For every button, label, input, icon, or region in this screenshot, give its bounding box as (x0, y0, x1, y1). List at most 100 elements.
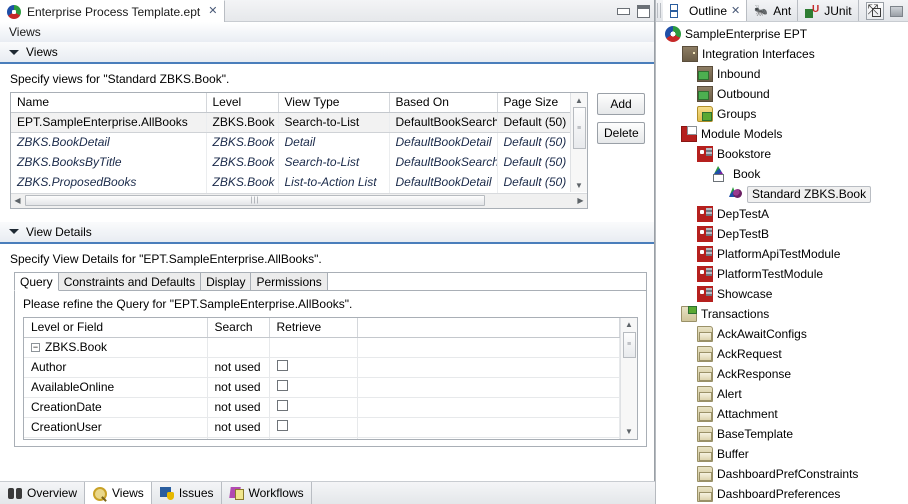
tab-constraints-and-defaults[interactable]: Constraints and Defaults (58, 271, 202, 290)
scroll-up-icon[interactable]: ▲ (625, 318, 633, 332)
retrieve-checkbox[interactable] (276, 400, 288, 411)
tree-item-ackresponse[interactable]: AckResponse (656, 364, 908, 384)
restore-button[interactable] (866, 1, 884, 20)
tree-item-standard-zbks-book[interactable]: Standard ZBKS.Book (656, 184, 908, 204)
scroll-right-icon[interactable]: ▶ (574, 196, 587, 205)
tree-item-transactions[interactable]: Transactions (656, 304, 908, 324)
cell-based-on: DefaultBookDetail (389, 132, 498, 153)
tab-overview[interactable]: Overview (0, 482, 86, 504)
column-header-based-on[interactable]: Based On (389, 93, 498, 113)
tree-item-integration-interfaces[interactable]: Integration Interfaces (656, 44, 908, 64)
tree-item-sampleenterprise-ept[interactable]: SampleEnterprise EPT (656, 24, 908, 44)
tree-item-showcase[interactable]: Showcase (656, 284, 908, 304)
column-header-blank[interactable] (357, 317, 620, 338)
vscroll-thumb[interactable]: ≡ (622, 331, 636, 358)
tab-display[interactable]: Display (201, 271, 252, 290)
collapse-icon[interactable]: − (31, 343, 40, 353)
delete-button[interactable]: Delete (597, 122, 645, 144)
tree-item-label: Alert (717, 387, 742, 401)
tree-item-alert[interactable]: Alert (656, 384, 908, 404)
chevron-down-icon[interactable] (9, 49, 19, 55)
tab-permissions[interactable]: Permissions (251, 271, 328, 290)
tab-outline[interactable]: Outline ✕ (663, 0, 748, 21)
tree-item-deptesta[interactable]: DepTestA (656, 204, 908, 224)
tree-item-inbound[interactable]: Inbound (656, 64, 908, 84)
tree-item-basetemplate[interactable]: BaseTemplate (656, 424, 908, 444)
tree-item-outbound[interactable]: Outbound (656, 84, 908, 104)
editor-window-buttons (616, 0, 650, 22)
tree-item-platformtestmodule[interactable]: PlatformTestModule (656, 264, 908, 284)
tree-item-attachment[interactable]: Attachment (656, 404, 908, 424)
column-header-retrieve[interactable]: Retrieve (269, 317, 358, 338)
column-header-search[interactable]: Search (207, 317, 270, 338)
table-row[interactable]: ZBKS.ProposedBooks ZBKS.Book List-to-Act… (11, 172, 570, 193)
tree-item-deptestb[interactable]: DepTestB (656, 224, 908, 244)
table-row[interactable]: Author not used (24, 357, 620, 378)
retrieve-checkbox[interactable] (276, 420, 288, 431)
scroll-left-icon[interactable]: ◀ (11, 196, 24, 205)
column-header-name[interactable]: Name (11, 93, 207, 113)
inbound-icon (697, 66, 713, 82)
column-header-view-type[interactable]: View Type (278, 93, 390, 113)
tree-item-platformapitestmodule[interactable]: PlatformApiTestModule (656, 244, 908, 264)
chevron-down-icon[interactable] (9, 229, 19, 234)
tree-item-ackawaitconfigs[interactable]: AckAwaitConfigs (656, 324, 908, 344)
tab-ant[interactable]: 🐜 Ant (747, 0, 799, 21)
table-row[interactable]: AvailableOnline not used (24, 377, 620, 398)
views-section-header[interactable]: Views (0, 42, 654, 64)
view-menu-icon (889, 4, 905, 18)
query-table-vscrollbar[interactable]: ▲ ≡ ▼ (620, 317, 637, 439)
tree-item-dashboardpreferences[interactable]: DashboardPreferences (656, 484, 908, 504)
tab-junit[interactable]: JUnit (798, 0, 859, 21)
tab-issues[interactable]: Issues (152, 482, 222, 504)
column-header-level-or-field[interactable]: Level or Field (24, 317, 208, 338)
cell-level-or-field: Author (24, 357, 208, 378)
tree-item-ackrequest[interactable]: AckRequest (656, 344, 908, 364)
maximize-icon[interactable] (637, 4, 650, 18)
tree-item-buffer[interactable]: Buffer (656, 444, 908, 464)
minimize-icon[interactable] (616, 5, 630, 18)
tab-overview-label: Overview (27, 486, 78, 500)
retrieve-checkbox[interactable] (276, 360, 288, 371)
scroll-down-icon[interactable]: ▼ (625, 425, 633, 439)
table-row[interactable]: ZBKS.BooksByTitle ZBKS.Book Search-to-Li… (11, 152, 570, 173)
view-drag-handle[interactable] (657, 3, 662, 18)
retrieve-checkbox[interactable] (276, 380, 288, 391)
views-table-hscrollbar[interactable]: ◀ ||| ▶ (11, 192, 587, 208)
table-row[interactable]: CreationUser not used (24, 417, 620, 438)
view-menu-button[interactable] (888, 2, 906, 20)
column-header-level[interactable]: Level (206, 93, 279, 113)
scroll-down-icon[interactable]: ▼ (575, 178, 583, 192)
views-table-vscrollbar[interactable]: ▲ ≡ ▼ (570, 93, 587, 192)
vscroll-thumb[interactable]: ≡ (572, 107, 586, 149)
view-details-section-header[interactable]: View Details (0, 221, 654, 244)
tab-query[interactable]: Query (14, 271, 59, 291)
table-row[interactable]: Genre not used (24, 437, 620, 439)
close-icon[interactable]: ✕ (731, 4, 740, 17)
tab-workflows[interactable]: Workflows (222, 482, 312, 504)
cell-view-type: List-to-Action List (278, 172, 390, 193)
module-icon (697, 286, 713, 302)
close-icon[interactable]: ✕ (208, 6, 217, 17)
table-row[interactable]: − ZBKS.Book (24, 337, 620, 358)
column-header-page-size[interactable]: Page Size (497, 93, 570, 113)
table-row[interactable]: CreationDate not used (24, 397, 620, 418)
add-button[interactable]: Add (597, 93, 645, 115)
views-instruction: Specify views for "Standard ZBKS.Book". (10, 72, 230, 86)
table-row[interactable]: EPT.SampleEnterprise.AllBooks ZBKS.Book … (11, 112, 570, 133)
scroll-up-icon[interactable]: ▲ (575, 93, 583, 107)
editor-tab-bar: Enterprise Process Template.ept ✕ (0, 0, 654, 22)
cell-retrieve (269, 397, 358, 418)
tree-item-bookstore[interactable]: Bookstore (656, 144, 908, 164)
module-icon (697, 206, 713, 222)
tree-item-module-models[interactable]: Module Models (656, 124, 908, 144)
table-row[interactable]: ZBKS.BookDetail ZBKS.Book Detail Default… (11, 132, 570, 153)
module-icon (697, 246, 713, 262)
hscroll-thumb[interactable]: ||| (25, 195, 485, 206)
editor-tab-enterprise-process-template[interactable]: Enterprise Process Template.ept ✕ (0, 0, 226, 22)
outline-tree[interactable]: SampleEnterprise EPT Integration Interfac… (656, 22, 908, 504)
tab-views[interactable]: Views (85, 482, 152, 504)
tree-item-dashboardprefconstraints[interactable]: DashboardPrefConstraints (656, 464, 908, 484)
tree-item-book[interactable]: Book (656, 164, 908, 184)
tree-item-groups[interactable]: Groups (656, 104, 908, 124)
